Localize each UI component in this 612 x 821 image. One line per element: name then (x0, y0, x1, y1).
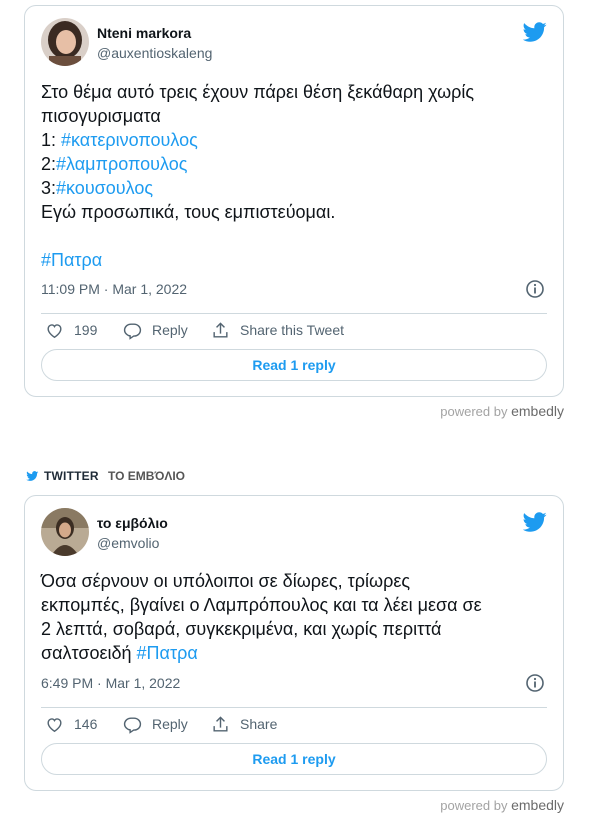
tweet-header: το εμβόλιο @emvolio (41, 508, 547, 556)
twitter-bird-icon (26, 471, 39, 481)
tweet-actions: 199 Reply Share this Tweet (41, 320, 547, 340)
embedly-attribution[interactable]: powered by embedly (440, 403, 564, 419)
tweet-timestamp[interactable]: 6:49 PM · Mar 1, 2022 (41, 675, 180, 691)
heart-icon (47, 323, 62, 338)
share-label: Share (240, 716, 278, 732)
share-button[interactable]: Share (211, 714, 277, 734)
tweet-text-line: πισογυρισματα (41, 106, 161, 126)
tweet-text-line: 2 λεπτά, σοβαρά, συγκεκριμένα, και χωρίς… (41, 619, 442, 639)
like-count: 146 (74, 716, 98, 732)
tweet-header: Nteni markora @auxentioskaleng (41, 18, 547, 66)
twitter-bird-icon[interactable] (523, 20, 547, 44)
like-button[interactable]: 199 (45, 320, 97, 340)
tweet-text-line: Όσα σέρνουν οι υπόλοιποι σε δίωρες, τρίω… (41, 571, 411, 591)
powered-by-label: powered by (440, 404, 508, 419)
list-prefix: 3: (41, 178, 57, 198)
hashtag-link[interactable]: #λαμπροπουλος (56, 154, 187, 174)
info-icon[interactable] (525, 279, 545, 299)
tweet-embed-card: το εμβόλιο @emvolio Όσα σέρνουν οι υπόλο… (24, 495, 564, 791)
embedly-brand: embedly (511, 403, 564, 419)
like-count: 199 (74, 322, 98, 338)
reply-label: Reply (152, 716, 188, 732)
tweet-text-line: Στο θέμα αυτό τρεις έχουν πάρει θέση ξεκ… (41, 82, 475, 102)
tweet-list-line: 1: #κατερινοπουλος (41, 128, 547, 152)
source-name: ΤΟ ΕΜΒΌΛΙΟ (108, 469, 186, 483)
embedly-brand: embedly (511, 797, 564, 813)
tweet-text-fragment: σαλτσοειδή (41, 643, 137, 663)
twitter-bird-icon[interactable] (523, 510, 547, 534)
hashtag-link[interactable]: #κουσουλος (56, 178, 153, 198)
reply-label: Reply (152, 322, 188, 338)
tweet-list-line: 2:#λαμπροπουλος (41, 152, 547, 176)
tweet-text-line: Εγώ προσωπικά, τους εμπιστεύομαι. (41, 202, 336, 222)
list-prefix: 1: (41, 130, 62, 150)
reply-icon (123, 716, 142, 734)
tweet-text: Στο θέμα αυτό τρεις έχουν πάρει θέση ξεκ… (41, 80, 547, 272)
read-replies-button[interactable]: Read 1 reply (41, 743, 547, 775)
author-handle[interactable]: @emvolio (97, 534, 168, 552)
reply-button[interactable]: Reply (123, 714, 188, 734)
share-icon (213, 321, 228, 338)
source-label: TWITTER (44, 469, 99, 483)
share-label: Share this Tweet (240, 322, 345, 338)
heart-icon (47, 717, 62, 732)
tweet-embed-card: Nteni markora @auxentioskaleng Στο θέμα … (24, 5, 564, 397)
info-icon[interactable] (525, 673, 545, 693)
author-name[interactable]: Nteni markora (97, 24, 212, 42)
tweet-list-line: 3:#κουσουλος (41, 176, 547, 200)
reply-icon (123, 322, 142, 340)
tweet-timestamp-row: 11:09 PM · Mar 1, 2022 (41, 279, 547, 299)
tweet-text-line: σαλτσοειδή #Πατρα (41, 641, 547, 665)
hashtag-link[interactable]: #Πατρα (41, 250, 102, 270)
tweet-actions: 146 Reply Share (41, 714, 547, 734)
embedly-attribution[interactable]: powered by embedly (440, 797, 564, 813)
share-icon (213, 715, 228, 732)
author-handle[interactable]: @auxentioskaleng (97, 44, 212, 62)
powered-by-label: powered by (440, 798, 508, 813)
read-replies-button[interactable]: Read 1 reply (41, 349, 547, 381)
tweet-timestamp-row: 6:49 PM · Mar 1, 2022 (41, 673, 547, 693)
hashtag-link[interactable]: #κατερινοπουλος (61, 130, 198, 150)
tweet-text-line: εκπομπές, βγαίνει ο Λαμπρόπουλος και τα … (41, 595, 482, 615)
tweet-text: Όσα σέρνουν οι υπόλοιποι σε δίωρες, τρίω… (41, 569, 547, 665)
reply-button[interactable]: Reply (123, 320, 188, 340)
list-prefix: 2: (41, 154, 57, 174)
hashtag-link[interactable]: #Πατρα (137, 643, 198, 663)
like-button[interactable]: 146 (45, 714, 97, 734)
share-button[interactable]: Share this Tweet (211, 320, 344, 340)
tweet-timestamp[interactable]: 11:09 PM · Mar 1, 2022 (41, 281, 187, 297)
avatar[interactable] (41, 18, 89, 66)
divider (41, 707, 547, 708)
author-name[interactable]: το εμβόλιο (97, 514, 168, 532)
divider (41, 313, 547, 314)
avatar[interactable] (41, 508, 89, 556)
